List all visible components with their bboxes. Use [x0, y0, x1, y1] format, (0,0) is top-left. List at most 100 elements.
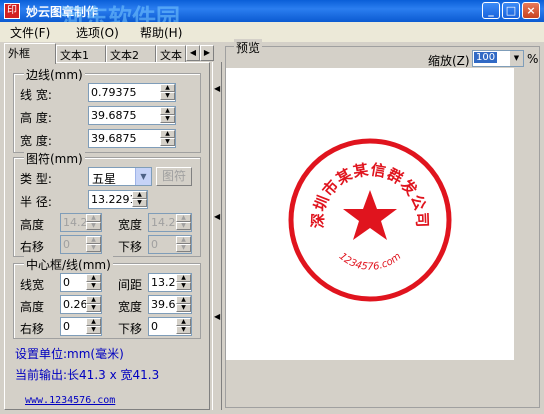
symbol-height-label: 高度: [20, 218, 45, 232]
zoom-select[interactable]: 100 ▼: [472, 50, 524, 67]
spin-down-icon[interactable]: ▼: [176, 282, 191, 290]
unit-text: 设置单位:mm(毫米): [15, 347, 124, 361]
tab-scroll-left-icon[interactable]: ◀: [186, 45, 200, 61]
center-height-stepper[interactable]: 0.26 ▲ ▼: [60, 295, 102, 314]
symbol-type-label: 类 型:: [20, 172, 52, 186]
symbol-width-stepper[interactable]: 14.2 ▲ ▼: [148, 213, 192, 232]
star-icon: [343, 190, 397, 240]
spin-up-icon[interactable]: ▲: [86, 296, 101, 304]
center-height-label: 高度: [20, 300, 45, 314]
preview-canvas[interactable]: 深圳市某某信群发公司 1234576.com: [226, 68, 514, 360]
chevron-down-icon[interactable]: ▼: [135, 168, 151, 185]
seal-bottom-text: 1234576.com: [337, 251, 404, 273]
symbol-group-legend: 图符(mm): [24, 150, 85, 167]
center-down-stepper[interactable]: 0 ▲ ▼: [148, 317, 192, 336]
website-link[interactable]: www.1234576.com: [25, 395, 115, 406]
spin-down-icon[interactable]: ▼: [160, 138, 175, 146]
tab-text1[interactable]: 文本1: [56, 45, 106, 63]
spin-down-icon[interactable]: ▼: [176, 304, 191, 312]
spin-up-icon[interactable]: ▲: [176, 274, 191, 282]
symbol-down-label: 下移: [118, 240, 143, 254]
title-bar[interactable]: 印 妙云图章制作 河东软件园 _ □ ×: [0, 0, 544, 32]
border-width-label: 宽 度:: [20, 134, 52, 148]
symbol-radius-stepper[interactable]: 13.2291 ▲ ▼: [88, 190, 148, 209]
spin-down-icon[interactable]: ▼: [132, 199, 147, 207]
preview-legend: 预览: [234, 39, 263, 56]
border-width-stepper[interactable]: 39.6875 ▲ ▼: [88, 129, 176, 148]
spin-down-icon[interactable]: ▼: [86, 304, 101, 312]
tab-text2[interactable]: 文本2: [106, 45, 156, 63]
center-line-width-stepper[interactable]: 0 ▲ ▼: [60, 273, 102, 292]
tab-text3[interactable]: 文本: [156, 45, 186, 63]
symbol-right-label: 右移: [20, 240, 45, 254]
center-group-legend: 中心框/线(mm): [24, 256, 113, 273]
center-width-stepper[interactable]: 39.6 ▲ ▼: [148, 295, 192, 314]
menu-options[interactable]: 选项(O): [76, 24, 119, 41]
splitter-left-arrow-icon[interactable]: ◀: [214, 312, 220, 321]
symbol-radius-label: 半 径:: [20, 195, 52, 209]
spin-up-icon[interactable]: ▲: [86, 274, 101, 282]
seal-app-icon: 印: [4, 3, 20, 19]
center-line-width-label: 线宽: [20, 278, 45, 292]
spin-up-icon[interactable]: ▲: [132, 191, 147, 199]
spin-down-icon[interactable]: ▼: [86, 244, 101, 252]
minimize-button[interactable]: _: [482, 2, 500, 19]
output-size-text: 当前输出:长41.3 x 宽41.3: [15, 368, 160, 382]
symbol-group: 图符(mm) 类 型: 五星 ▼ 图符 半 径: 13.2291 ▲ ▼ 高度 1…: [13, 150, 201, 257]
seal-image: 深圳市某某信群发公司 1234576.com: [288, 138, 452, 302]
center-down-label: 下移: [118, 322, 143, 336]
settings-panel: 边线(mm) 线 宽: 0.79375 ▲ ▼ 高 度: 39.6875 ▲ ▼ 宽…: [4, 62, 210, 410]
tab-scroll-right-icon[interactable]: ▶: [200, 45, 214, 61]
preview-scrollbar[interactable]: [516, 68, 536, 360]
center-spacing-stepper[interactable]: 13.2 ▲ ▼: [148, 273, 192, 292]
spin-up-icon[interactable]: ▲: [176, 236, 191, 244]
border-height-label: 高 度:: [20, 111, 52, 125]
spin-down-icon[interactable]: ▼: [176, 222, 191, 230]
border-group-legend: 边线(mm): [24, 66, 85, 83]
border-height-stepper[interactable]: 39.6875 ▲ ▼: [88, 106, 176, 125]
center-right-stepper[interactable]: 0 ▲ ▼: [60, 317, 102, 336]
spin-down-icon[interactable]: ▼: [160, 92, 175, 100]
spin-down-icon[interactable]: ▼: [176, 326, 191, 334]
symbol-width-label: 宽度: [118, 218, 143, 232]
menu-bar: 文件(F) 选项(O) 帮助(H): [0, 22, 544, 42]
panel-splitter[interactable]: ◀ ◀ ◀: [212, 62, 222, 410]
spin-up-icon[interactable]: ▲: [176, 214, 191, 222]
symbol-type-select[interactable]: 五星 ▼: [88, 167, 152, 186]
border-group: 边线(mm) 线 宽: 0.79375 ▲ ▼ 高 度: 39.6875 ▲ ▼ 宽…: [13, 66, 201, 153]
spin-up-icon[interactable]: ▲: [160, 84, 175, 92]
spin-down-icon[interactable]: ▼: [86, 326, 101, 334]
center-right-label: 右移: [20, 322, 45, 336]
spin-up-icon[interactable]: ▲: [86, 214, 101, 222]
center-spacing-label: 间距: [118, 278, 143, 292]
tab-frame[interactable]: 外框: [4, 43, 56, 64]
spin-up-icon[interactable]: ▲: [176, 318, 191, 326]
chevron-down-icon[interactable]: ▼: [510, 51, 523, 66]
splitter-left-arrow-icon[interactable]: ◀: [214, 212, 220, 221]
spin-down-icon[interactable]: ▼: [176, 244, 191, 252]
spin-down-icon[interactable]: ▼: [86, 282, 101, 290]
menu-help[interactable]: 帮助(H): [140, 24, 182, 41]
center-width-label: 宽度: [118, 300, 143, 314]
splitter-left-arrow-icon[interactable]: ◀: [214, 84, 220, 93]
zoom-label: 缩放(Z): [428, 54, 470, 68]
maximize-button[interactable]: □: [502, 2, 520, 19]
symbol-right-stepper[interactable]: 0 ▲ ▼: [60, 235, 102, 254]
tab-strip: 外框 文本1 文本2 文本 ◀ ▶: [4, 43, 214, 64]
spin-up-icon[interactable]: ▲: [86, 318, 101, 326]
zoom-unit: %: [527, 52, 539, 66]
spin-up-icon[interactable]: ▲: [86, 236, 101, 244]
spin-up-icon[interactable]: ▲: [160, 130, 175, 138]
symbol-image-button[interactable]: 图符: [156, 167, 192, 186]
border-line-width-label: 线 宽:: [20, 88, 52, 102]
border-line-width-stepper[interactable]: 0.79375 ▲ ▼: [88, 83, 176, 102]
spin-down-icon[interactable]: ▼: [86, 222, 101, 230]
symbol-down-stepper[interactable]: 0 ▲ ▼: [148, 235, 192, 254]
close-button[interactable]: ×: [522, 2, 540, 19]
spin-up-icon[interactable]: ▲: [160, 107, 175, 115]
spin-down-icon[interactable]: ▼: [160, 115, 175, 123]
spin-up-icon[interactable]: ▲: [176, 296, 191, 304]
menu-file[interactable]: 文件(F): [10, 24, 50, 41]
center-frame-group: 中心框/线(mm) 线宽 0 ▲ ▼ 间距 13.2 ▲ ▼ 高度 0.26 ▲ ▼ …: [13, 256, 201, 339]
symbol-height-stepper[interactable]: 14.2 ▲ ▼: [60, 213, 102, 232]
